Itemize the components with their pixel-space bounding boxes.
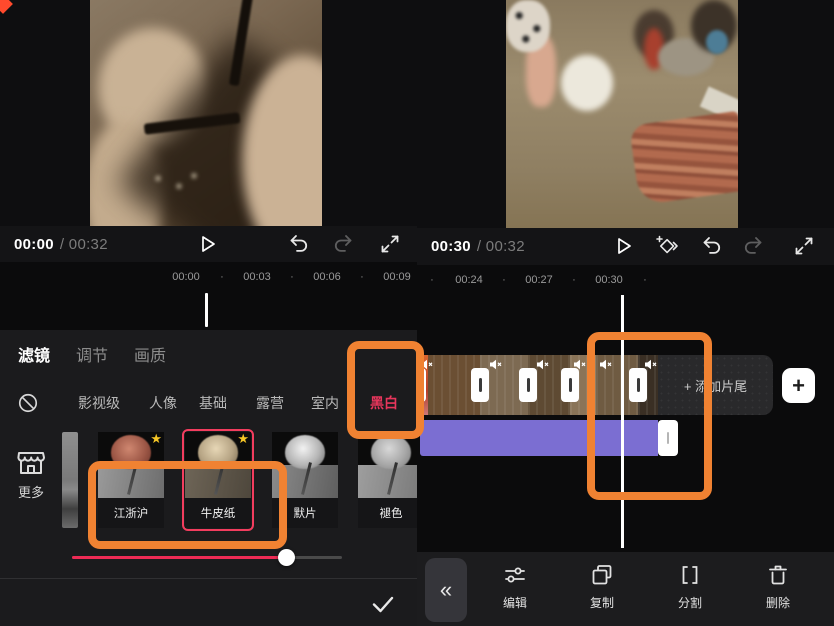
- tab-filters[interactable]: 滤镜: [18, 342, 50, 366]
- slider-handle[interactable]: [278, 549, 295, 566]
- undo-icon[interactable]: [287, 232, 311, 256]
- blue-bucket: [706, 30, 728, 54]
- tool-delete[interactable]: 删除: [746, 562, 810, 611]
- figure-white: [561, 55, 613, 111]
- playhead-left[interactable]: [205, 293, 208, 327]
- collapse-toolbar-button[interactable]: «: [425, 558, 467, 622]
- play-button[interactable]: [611, 234, 635, 258]
- timecode-current: 00:30: [431, 238, 471, 255]
- ruler-label: 00:09: [383, 271, 411, 283]
- filter-name: 褪色: [358, 498, 417, 528]
- more-label[interactable]: 更多: [13, 482, 49, 501]
- slider-fill: [72, 556, 287, 559]
- filter-tabs: 滤镜 调节 画质: [0, 340, 166, 368]
- video-frame-digging: [506, 0, 738, 228]
- video-preview-right[interactable]: [417, 0, 834, 228]
- muted-audio-icon: [489, 357, 503, 368]
- tool-split[interactable]: 分割: [658, 562, 722, 611]
- ruler-label: 00:30: [595, 274, 623, 286]
- app-stage: 00:00 / 00:32 00:00 ·: [0, 0, 834, 626]
- tool-label: 删除: [746, 594, 810, 611]
- vip-star-icon: ★: [237, 432, 249, 446]
- clip-trim-handle[interactable]: [561, 368, 579, 402]
- ruler-dot: ·: [360, 271, 364, 283]
- redo-icon[interactable]: [331, 232, 355, 256]
- timecode-current: 00:00: [14, 236, 54, 253]
- store-icon[interactable]: [15, 448, 47, 478]
- figure-polkadot: [506, 0, 550, 52]
- video-preview-left[interactable]: [0, 0, 417, 228]
- ruler-dot: ·: [430, 274, 434, 286]
- tool-label: 复制: [570, 594, 634, 611]
- annotation-box-playhead: [587, 332, 712, 500]
- ruler-dot: ·: [502, 274, 506, 286]
- divider: [0, 578, 417, 579]
- annotation-box-blackwhite: [347, 341, 424, 439]
- timeline-ruler-right[interactable]: · 00:24 · 00:27 · 00:30 ·: [417, 271, 834, 291]
- timeline-ruler-left[interactable]: 00:00 · 00:03 · 00:06 · 00:09: [0, 268, 417, 288]
- category-cinematic[interactable]: 影视级: [78, 393, 120, 413]
- ruler-dot: ·: [220, 271, 224, 283]
- category-indoor[interactable]: 室内: [311, 393, 339, 413]
- video-frame-hands: [90, 0, 322, 226]
- ruler-label: 00:24: [455, 274, 483, 286]
- muted-audio-icon: [536, 357, 550, 368]
- original-thumb-edge[interactable]: [62, 432, 78, 528]
- editor-panel-right: 00:30 / 00:32: [417, 0, 834, 626]
- ruler-dot: ·: [643, 274, 647, 286]
- ruler-dot: ·: [290, 271, 294, 283]
- tool-copy[interactable]: 复制: [570, 562, 634, 611]
- category-basic[interactable]: 基础: [199, 393, 227, 413]
- undo-icon[interactable]: [700, 234, 724, 258]
- clip-trim-handle[interactable]: [519, 368, 537, 402]
- tab-quality[interactable]: 画质: [134, 342, 166, 366]
- ruler-label: 00:00: [172, 271, 200, 283]
- clip-toolbar: « 编辑 复制 分割: [417, 552, 834, 626]
- timecode-total: / 00:32: [60, 236, 108, 253]
- timecode-left: 00:00 / 00:32: [14, 226, 108, 262]
- brick-pile: [629, 111, 738, 206]
- confirm-check-button[interactable]: [369, 591, 397, 617]
- timecode-right: 00:30 / 00:32: [431, 228, 525, 264]
- redo-icon[interactable]: [741, 234, 765, 258]
- filter-intensity-slider[interactable]: [72, 556, 342, 559]
- play-button[interactable]: [195, 232, 219, 256]
- tool-edit[interactable]: 编辑: [483, 562, 547, 611]
- vip-star-icon: ★: [150, 432, 162, 446]
- muted-audio-icon: [573, 357, 587, 368]
- clip-trim-handle[interactable]: [471, 368, 489, 402]
- ruler-dot: ·: [572, 274, 576, 286]
- tab-adjust[interactable]: 调节: [76, 342, 108, 366]
- category-portrait[interactable]: 人像: [149, 393, 177, 413]
- ruler-label: 00:06: [313, 271, 341, 283]
- add-keyframe-icon[interactable]: [655, 234, 679, 258]
- annotation-box-filters: [88, 461, 287, 549]
- fullscreen-icon[interactable]: [378, 232, 402, 256]
- ruler-label: 00:27: [525, 274, 553, 286]
- shavings: [146, 168, 206, 194]
- tool-label: 分割: [658, 594, 722, 611]
- category-camping[interactable]: 露营: [256, 393, 284, 413]
- filter-card-tuise[interactable]: 褪色: [358, 432, 417, 528]
- ruler-label: 00:03: [243, 271, 271, 283]
- transport-bar-left: 00:00 / 00:32: [0, 226, 417, 262]
- filter-thumb: [358, 432, 417, 498]
- timecode-total: / 00:32: [477, 238, 525, 255]
- fullscreen-icon[interactable]: [792, 234, 816, 258]
- transport-bar-right: 00:30 / 00:32: [417, 228, 834, 265]
- add-clip-button[interactable]: +: [782, 368, 815, 403]
- tool-label: 编辑: [483, 594, 547, 611]
